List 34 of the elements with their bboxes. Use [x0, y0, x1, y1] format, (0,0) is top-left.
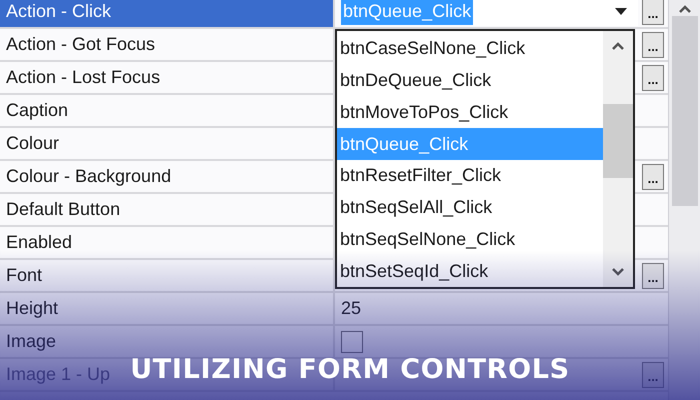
dropdown-item[interactable]: btnCaseSelNone_Click	[337, 33, 603, 65]
property-label[interactable]: Enabled	[6, 229, 72, 256]
property-label[interactable]: Default Button	[6, 196, 120, 223]
caret-icon[interactable]	[614, 7, 628, 16]
ellipsis-button[interactable]: ...	[642, 262, 664, 288]
dropdown-item[interactable]: btnSeqSelAll_Click	[337, 192, 603, 224]
property-value: 25	[341, 297, 362, 320]
selected-row-highlight[interactable]: Action - Click	[0, 0, 335, 27]
property-label[interactable]: Height	[6, 295, 58, 322]
ellipsis-button[interactable]: ...	[642, 164, 664, 190]
property-label[interactable]: Caption	[6, 97, 68, 124]
dropdown-item[interactable]: btnDeQueue_Click	[337, 64, 603, 96]
image-checkbox[interactable]	[341, 330, 363, 352]
scrollbar-thumb[interactable]	[603, 104, 633, 178]
scrollbar[interactable]	[668, 0, 700, 400]
ellipsis-button[interactable]: ...	[642, 32, 664, 58]
ellipsis-button[interactable]: ...	[642, 0, 664, 24]
banner-title: UTILIZING FORM CONTROLS	[130, 356, 570, 383]
scroll-up-icon[interactable]	[611, 41, 625, 51]
property-label[interactable]: Action - Got Focus	[6, 31, 156, 58]
scroll-up-icon[interactable]	[678, 4, 692, 14]
property-label[interactable]: Font	[6, 262, 42, 289]
scrollbar-thumb[interactable]	[672, 16, 698, 206]
dropdown-item[interactable]: btnMoveToPos_Click	[337, 96, 603, 128]
dropdown-item[interactable]: btnSetSeqId_Click	[337, 255, 603, 287]
property-label[interactable]: Image	[6, 328, 56, 355]
dropdown-item[interactable]: btnResetFilter_Click	[337, 160, 603, 192]
dropdown-scrollbar[interactable]	[603, 31, 633, 287]
property-label[interactable]: Colour - Background	[6, 163, 172, 190]
property-label[interactable]: Action - Click	[6, 0, 112, 25]
ellipsis-button[interactable]: ...	[642, 64, 664, 90]
property-label[interactable]: Colour	[6, 130, 60, 157]
property-label[interactable]: Action - Lost Focus	[6, 64, 160, 91]
scroll-down-icon[interactable]	[611, 267, 625, 277]
